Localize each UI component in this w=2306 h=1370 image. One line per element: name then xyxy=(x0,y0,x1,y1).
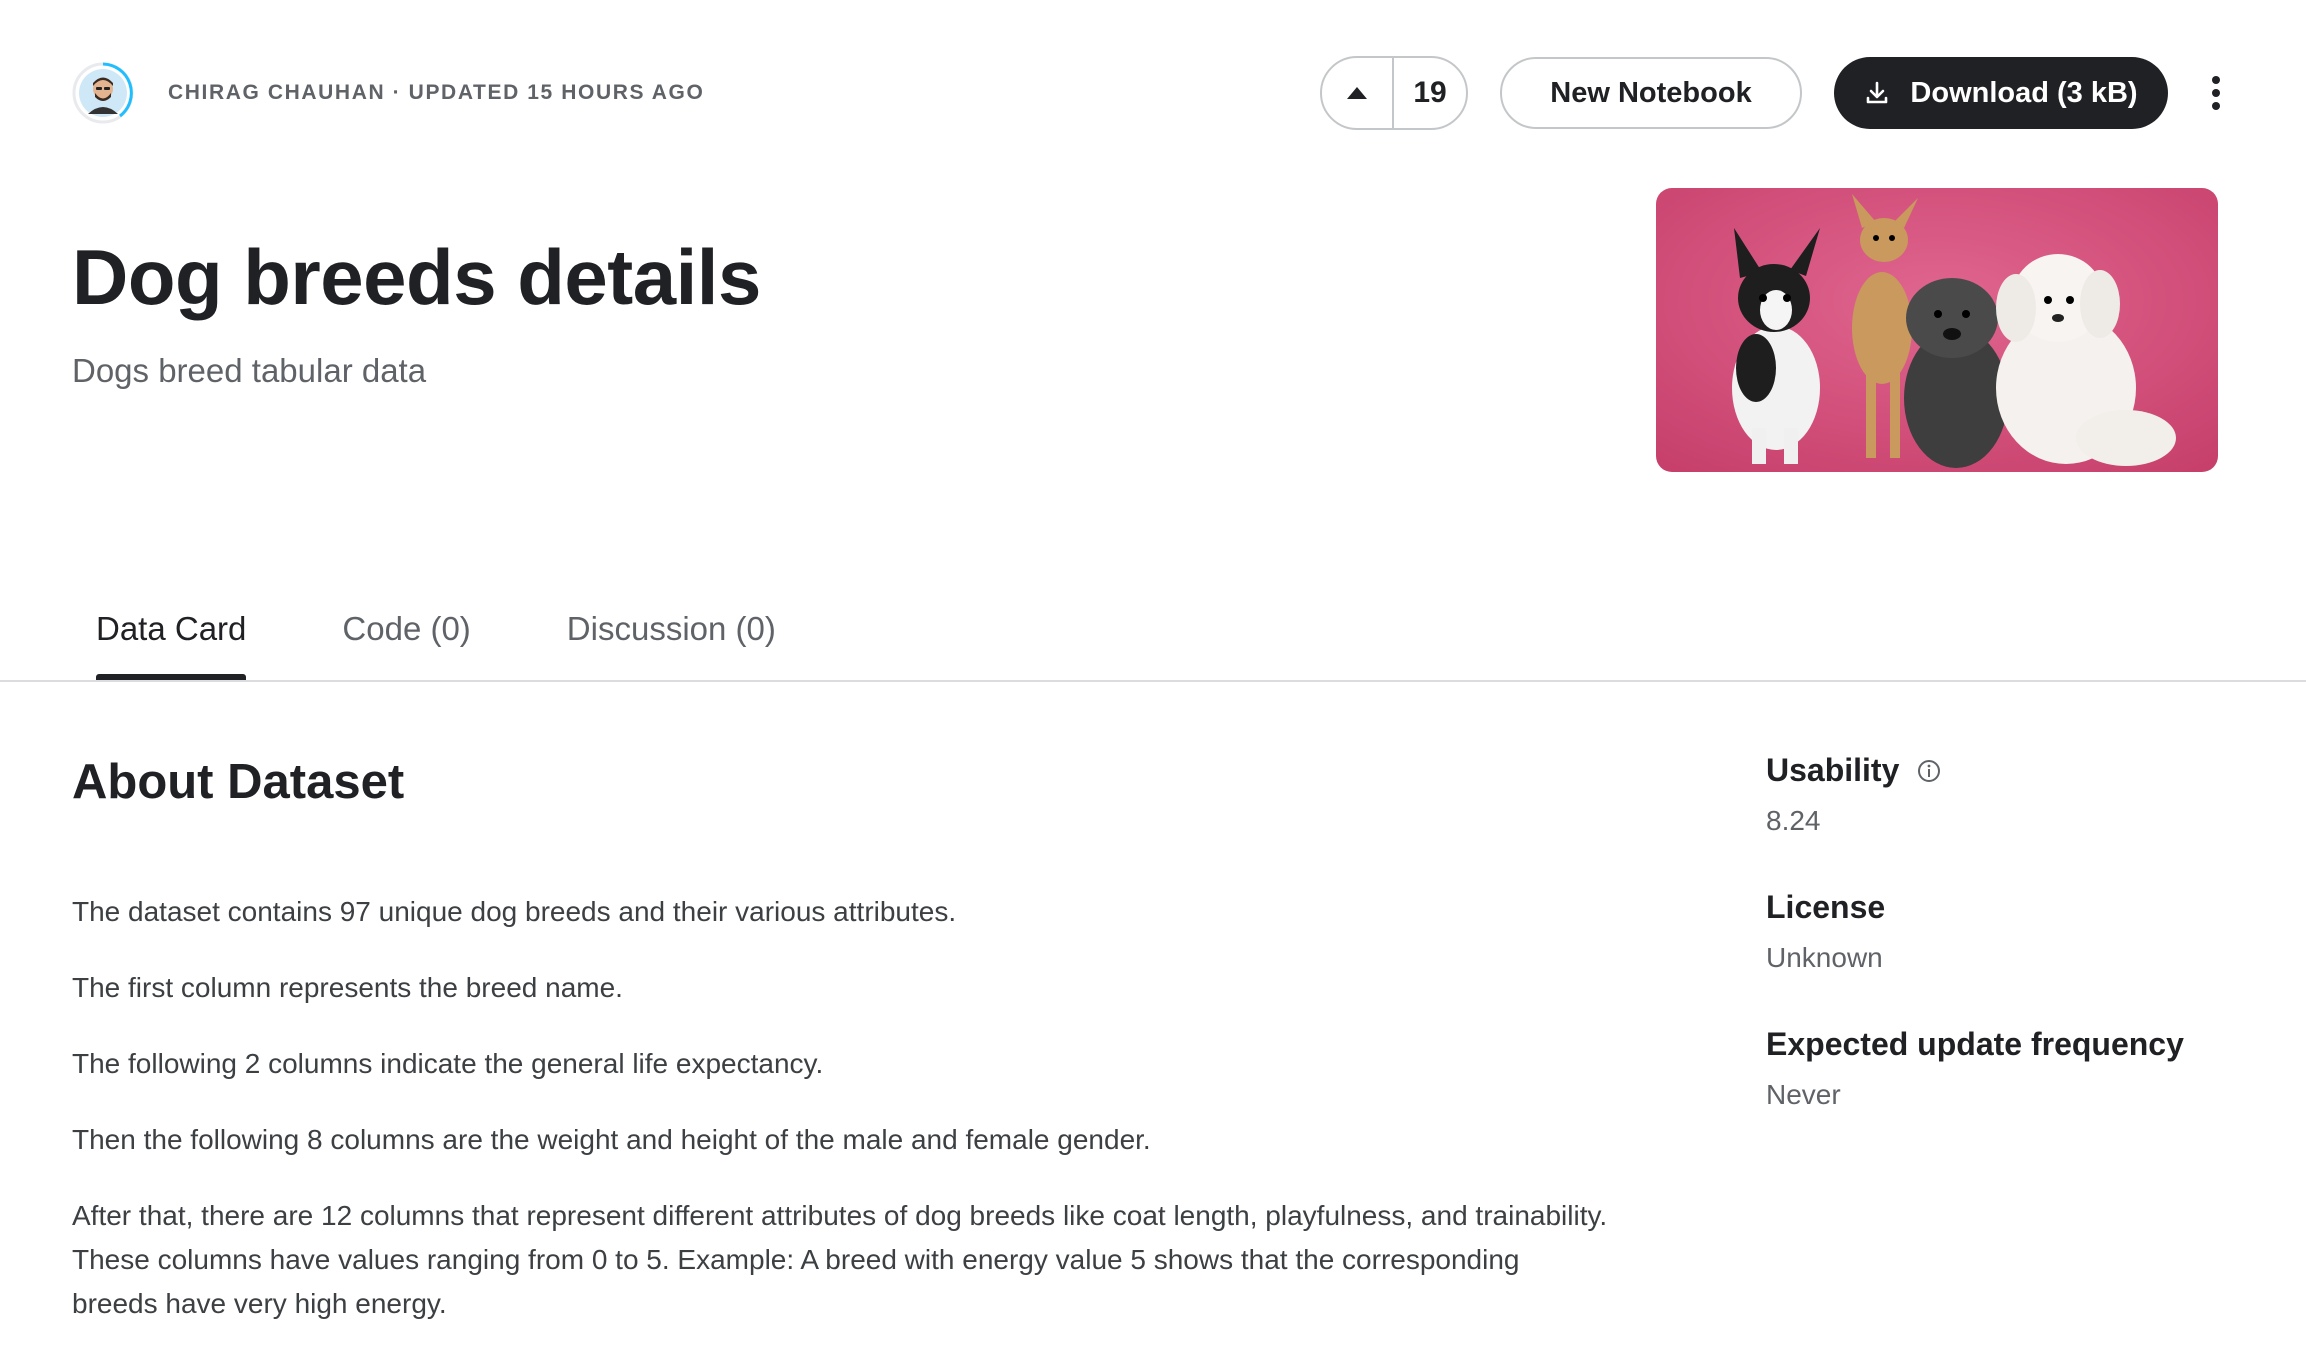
info-icon[interactable] xyxy=(1917,759,1941,783)
description-paragraph: The dataset contains 97 unique dog breed… xyxy=(72,896,957,927)
dataset-header: CHIRAG CHAUHAN · UPDATED 15 HOURS AGO 19… xyxy=(72,56,2234,130)
update-frequency-label: Expected update frequency xyxy=(1766,1026,2184,1062)
description-paragraph: Then the following 8 columns are the wei… xyxy=(72,1124,1151,1155)
update-frequency-value: Never xyxy=(1766,1079,1841,1110)
description-paragraph: After that, there are 12 columns that re… xyxy=(72,1200,1608,1319)
dogs-photo xyxy=(1656,188,2218,472)
tabs-divider xyxy=(0,680,2306,682)
dataset-subtitle: Dogs breed tabular data xyxy=(72,352,427,389)
avatar-image xyxy=(72,62,134,124)
download-button[interactable]: Download (3 kB) xyxy=(1834,57,2168,129)
upvote-button[interactable] xyxy=(1322,58,1394,128)
usability-block: Usability 8.24 xyxy=(1766,752,2226,837)
description-paragraph: The following 2 columns indicate the gen… xyxy=(72,1048,824,1079)
owner-info: CHIRAG CHAUHAN · UPDATED 15 HOURS AGO xyxy=(72,62,704,124)
vote-count: 19 xyxy=(1413,76,1447,109)
about-dataset-heading: About Dataset xyxy=(72,755,405,809)
dataset-title: Dog breeds details xyxy=(72,233,761,321)
license-label: License xyxy=(1766,889,1886,925)
download-icon xyxy=(1867,81,1888,104)
owner-updated-text[interactable]: CHIRAG CHAUHAN · UPDATED 15 HOURS AGO xyxy=(168,81,704,105)
usability-label-row: Usability xyxy=(1766,752,2226,789)
avatar[interactable] xyxy=(72,62,134,124)
tab-code[interactable]: Code (0) xyxy=(318,600,494,680)
update-frequency-block: Expected update frequency Never xyxy=(1766,1026,2226,1111)
header-actions: 19 New Notebook Download (3 kB) xyxy=(1320,56,2234,130)
vote-widget: 19 xyxy=(1320,56,1468,130)
license-block: License Unknown xyxy=(1766,889,2226,974)
caret-up-icon xyxy=(1347,87,1367,99)
download-label: Download (3 kB) xyxy=(1910,76,2138,109)
tab-discussion[interactable]: Discussion (0) xyxy=(543,600,800,680)
usability-value: 8.24 xyxy=(1766,805,1821,836)
about-dataset-description: The dataset contains 97 unique dog breed… xyxy=(72,890,1612,1358)
dataset-tabs: Data Card Code (0) Discussion (0) xyxy=(72,600,848,680)
new-notebook-button[interactable]: New Notebook xyxy=(1500,57,1802,129)
usability-label: Usability xyxy=(1766,752,1900,788)
license-value: Unknown xyxy=(1766,942,1883,973)
tab-data-card[interactable]: Data Card xyxy=(72,600,270,680)
more-vertical-icon xyxy=(2212,76,2220,110)
more-options-button[interactable] xyxy=(2198,57,2234,129)
dataset-meta-sidebar: Usability 8.24 License Unknown Expected … xyxy=(1766,752,2226,1163)
description-paragraph: The first column represents the breed na… xyxy=(72,972,623,1003)
dataset-cover-image xyxy=(1656,188,2218,472)
